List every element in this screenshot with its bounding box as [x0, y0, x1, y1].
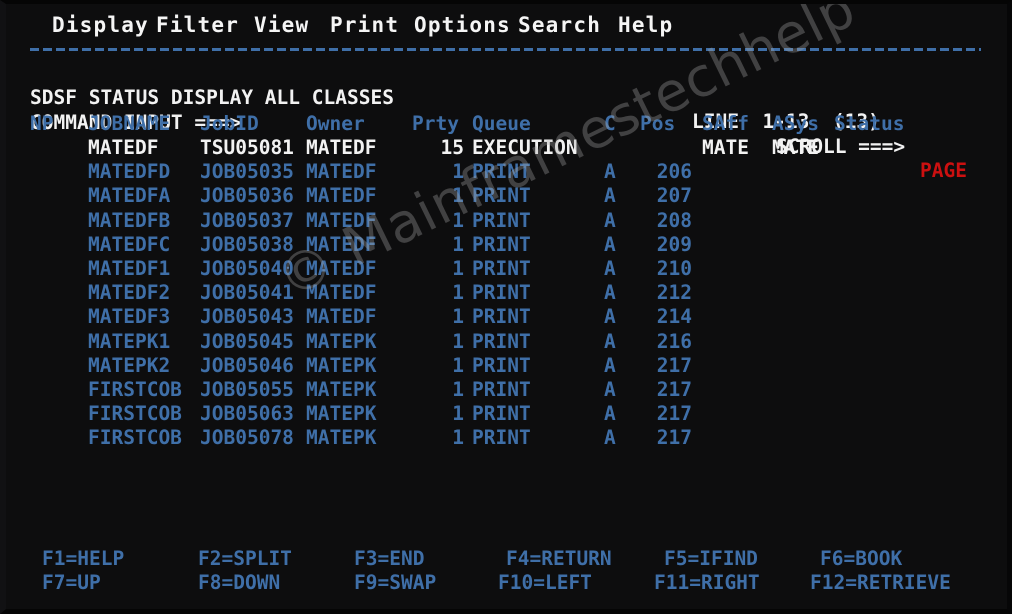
table-row[interactable]: MATEPK1 JOB05045 MATEPK 1 PRINT A 216	[6, 330, 1007, 354]
function-key-f11[interactable]: F11=RIGHT	[654, 571, 760, 595]
function-key-f12[interactable]: F12=RETRIEVE	[810, 571, 951, 595]
table-row[interactable]: MATEDF TSU05081 MATEDF 15 EXECUTION MATE MATE	[6, 136, 1007, 160]
cell-queue: EXECUTION	[472, 136, 578, 159]
cell-asys: MATE	[772, 136, 819, 159]
table-row[interactable]: MATEDF2 JOB05041 MATEDF 1 PRINT A 212	[6, 281, 1007, 305]
function-key-f3[interactable]: F3=END	[354, 547, 424, 571]
menu-item-search[interactable]: Search	[518, 10, 601, 40]
terminal-screen: Display Filter View Print Options Search Help …	[6, 4, 1007, 609]
menu-item-options[interactable]: Options	[414, 10, 511, 40]
menu-item-view[interactable]: View	[254, 10, 309, 40]
table-row[interactable]: FIRSTCOB JOB05078 MATEPK 1 PRINT A 217	[6, 426, 1007, 450]
function-key-row-1: F1=HELP F2=SPLIT F3=END F4=RETURN F5=IFIND F6…	[6, 547, 1007, 571]
column-header-owner[interactable]: Owner	[306, 112, 365, 136]
cell-pos: 206	[656, 160, 692, 184]
function-key-f5[interactable]: F5=IFIND	[664, 547, 758, 571]
command-input[interactable]	[258, 88, 758, 112]
function-key-f6[interactable]: F6=BOOK	[820, 547, 902, 571]
cell-pos: 216	[656, 329, 692, 353]
column-header-jobid[interactable]: JobID	[200, 112, 259, 136]
cell-pos: 217	[656, 353, 692, 377]
column-header-saff[interactable]: SAff	[702, 112, 749, 136]
function-key-f4[interactable]: F4=RETURN	[506, 547, 612, 571]
menu-item-display[interactable]: Display	[52, 10, 149, 40]
cell-prty: 15	[440, 136, 464, 159]
cell-pos: 217	[656, 426, 692, 450]
cell-pos: 209	[656, 232, 692, 256]
column-header-asys[interactable]: ASys	[772, 112, 819, 136]
cell-pos: 208	[656, 208, 692, 232]
cell-pos: 214	[656, 305, 692, 329]
terminal-window: Display Filter View Print Options Search Help …	[0, 0, 1012, 614]
menu-item-help[interactable]: Help	[618, 10, 673, 40]
function-key-f7[interactable]: F7=UP	[42, 571, 101, 595]
menu-item-filter[interactable]: Filter	[156, 10, 239, 40]
menu-separator-rule	[30, 48, 981, 51]
function-key-row-2: F7=UP F8=DOWN F9=SWAP F10=LEFT F11=RIGHT F12=…	[6, 571, 1007, 595]
table-row[interactable]: MATEDF3 JOB05043 MATEDF 1 PRINT A 214	[6, 305, 1007, 329]
function-key-f2[interactable]: F2=SPLIT	[198, 547, 292, 571]
function-key-f1[interactable]: F1=HELP	[42, 547, 124, 571]
cell-saff: MATE	[702, 136, 749, 159]
function-key-f10[interactable]: F10=LEFT	[498, 571, 592, 595]
table-row[interactable]: MATEPK2 JOB05046 MATEPK 1 PRINT A 217	[6, 354, 1007, 378]
table-row[interactable]: FIRSTCOB JOB05063 MATEPK 1 PRINT A 217	[6, 402, 1007, 426]
cell-pos: 207	[656, 184, 692, 208]
menu-item-print[interactable]: Print	[330, 10, 399, 40]
column-header-pos[interactable]: Pos	[640, 112, 675, 136]
cell-pos: 217	[656, 402, 692, 426]
panel-title-row: SDSF STATUS DISPLAY ALL CLASSES LINE 1-1…	[6, 62, 1007, 133]
function-key-f9[interactable]: F9=SWAP	[354, 571, 436, 595]
table-row[interactable]: MATEDF1 JOB05040 MATEDF 1 PRINT A 210	[6, 257, 1007, 281]
function-key-f8[interactable]: F8=DOWN	[198, 571, 280, 595]
column-header-prty[interactable]: Prty	[412, 112, 459, 136]
table-row[interactable]: MATEDFB JOB05037 MATEDF 1 PRINT A 208	[6, 209, 1007, 233]
table-column-header: NP JOBNAME JobID Owner Prty Queue C Pos SAff ASys…	[6, 112, 1007, 136]
column-header-queue[interactable]: Queue	[472, 112, 531, 136]
column-header-jobname[interactable]: JOBNAME	[88, 112, 170, 136]
column-header-np[interactable]: NP	[30, 112, 53, 136]
table-row[interactable]: MATEDFD JOB05035 MATEDF 1 PRINT A 206	[6, 160, 1007, 184]
table-row[interactable]: FIRSTCOB JOB05055 MATEPK 1 PRINT A 217	[6, 378, 1007, 402]
cell-pos: 210	[656, 257, 692, 280]
table-row[interactable]: MATEDFC JOB05038 MATEDF 1 PRINT A 209	[6, 233, 1007, 257]
table-row[interactable]: MATEDFA JOB05036 MATEDF 1 PRINT A 207	[6, 184, 1007, 208]
column-header-status[interactable]: Status	[834, 112, 904, 136]
cell-pos: 217	[656, 378, 692, 401]
cell-pos: 212	[656, 281, 692, 305]
menu-bar: Display Filter View Print Options Search Help	[6, 10, 1007, 40]
column-header-c[interactable]: C	[604, 112, 616, 136]
